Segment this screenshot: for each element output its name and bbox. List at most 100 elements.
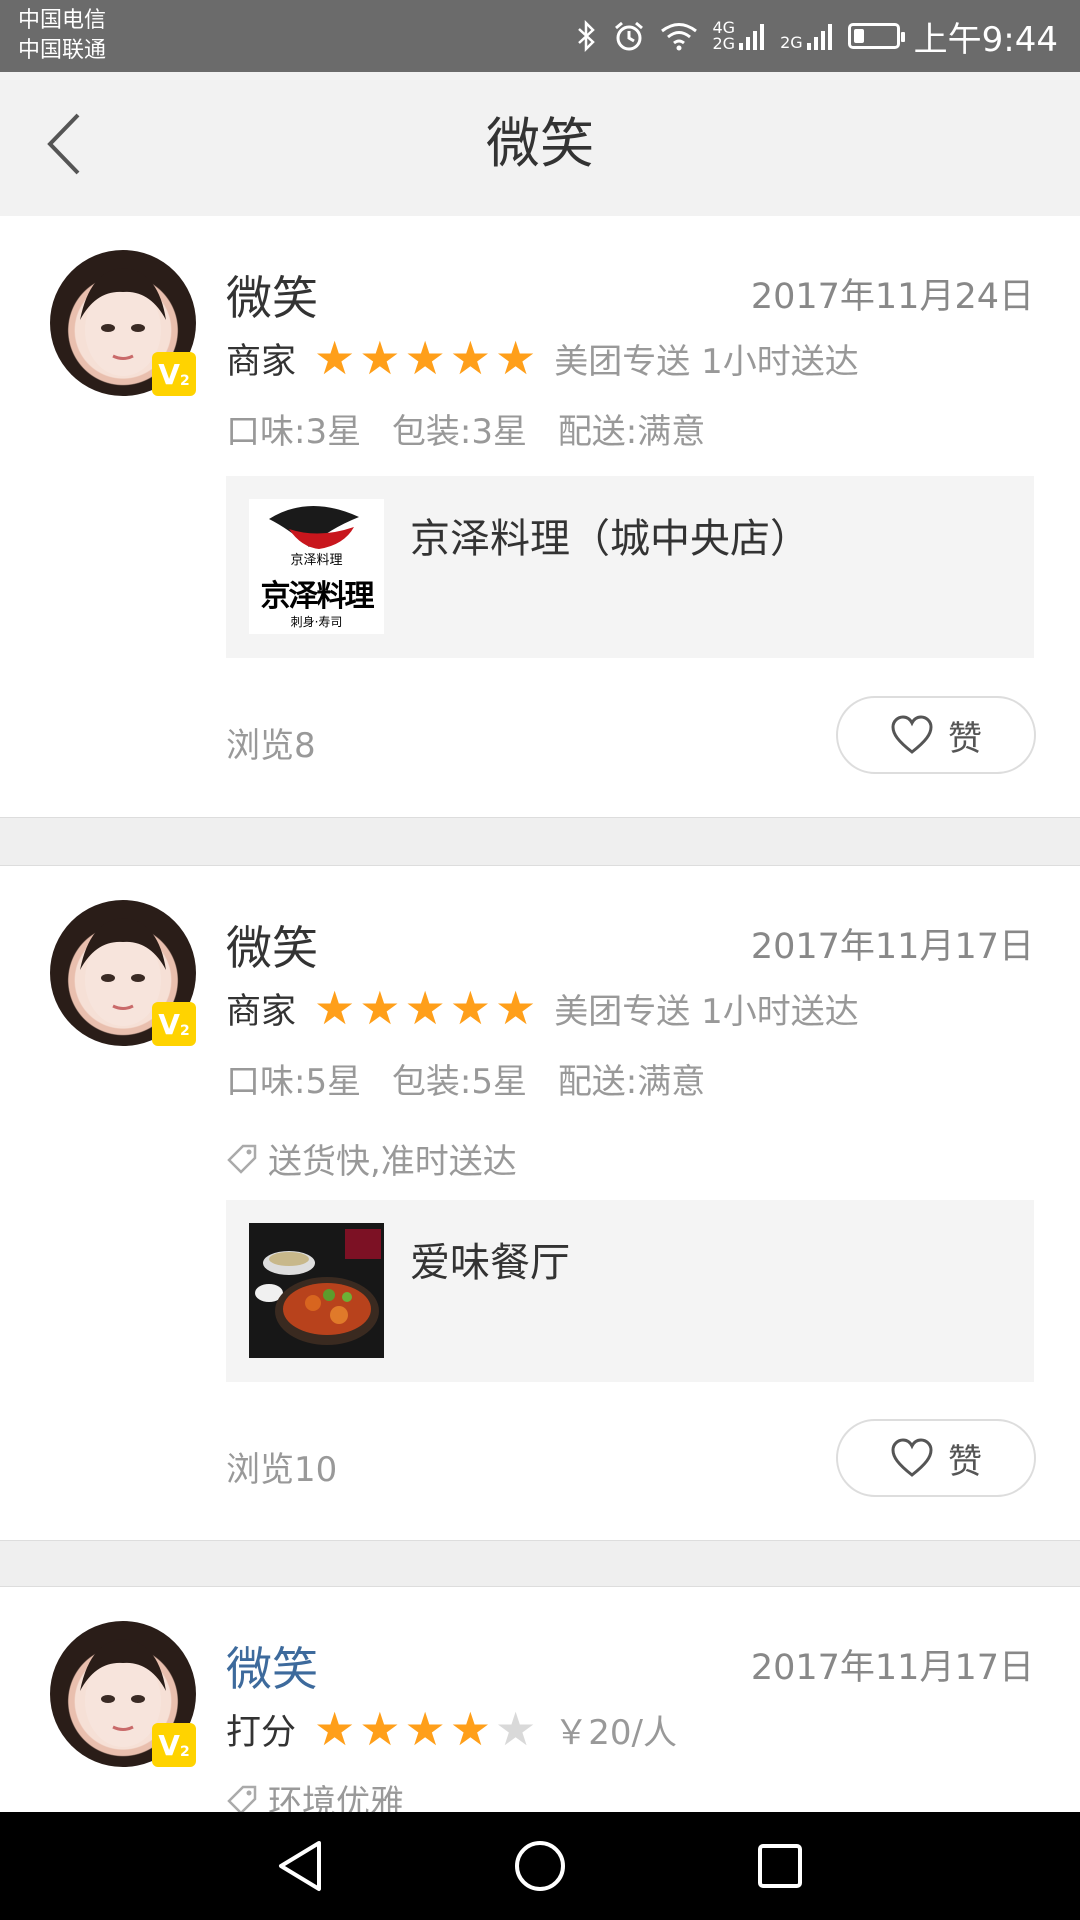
status-bar: 中国电信 中国联通 4G 2G 2G 上午9:44 [0, 0, 1080, 72]
star-filled-icon: ★ [404, 981, 446, 1035]
network-2g-label-b: 2G [780, 33, 803, 52]
star-filled-icon: ★ [314, 981, 356, 1035]
delivery-info: 美团专送 1小时送达 [554, 991, 859, 1032]
wifi-icon [660, 21, 698, 51]
shop-logo-wordmark: 京泽料理 [260, 579, 375, 614]
shop-card[interactable]: 京泽料理 京泽料理 刺身·寿司 京泽料理（城中央店） [226, 476, 1034, 658]
system-nav-bar [0, 1812, 1080, 1920]
packaging-score: 包装:5星 [391, 1062, 527, 1102]
star-rating: ★ ★ ★ ★ ★ [314, 985, 536, 1031]
heart-icon [891, 1438, 933, 1477]
tag-label: 送货快,准时送达 [268, 1142, 517, 1182]
carrier-1: 中国电信 [18, 8, 107, 33]
vip-badge-level: 2 [179, 1023, 190, 1039]
rating-row: 商家 ★ ★ ★ ★ ★ 美团专送 1小时送达 [226, 328, 859, 388]
shop-card[interactable]: 爱味餐厅 [226, 1200, 1034, 1382]
review-tag: 送货快,准时送达 [226, 1134, 517, 1183]
sub-scores: 口味:3星 包装:3星 配送:满意 [226, 404, 725, 453]
star-filled-icon: ★ [359, 331, 401, 385]
tag-icon [227, 1785, 257, 1815]
view-count: 浏览8 [226, 726, 316, 766]
taste-score: 口味:5星 [226, 1062, 362, 1102]
rating-label: 商家 [226, 341, 297, 382]
view-count: 浏览10 [226, 1450, 338, 1490]
signal-1-icon: 4G 2G [712, 20, 766, 52]
square-recents-icon [758, 1844, 802, 1888]
star-filled-icon: ★ [359, 1702, 401, 1756]
star-filled-icon: ★ [314, 1702, 356, 1756]
avatar[interactable]: V2 [50, 900, 196, 1046]
shop-logo: 京泽料理 京泽料理 刺身·寿司 [249, 499, 384, 634]
vip-badge-label: V [158, 1007, 180, 1041]
bluetooth-icon [576, 20, 598, 52]
carrier-names: 中国电信 中国联通 [18, 6, 106, 66]
system-recents-button[interactable] [748, 1834, 812, 1898]
rating-row: 商家 ★ ★ ★ ★ ★ 美团专送 1小时送达 [226, 978, 859, 1038]
network-2g-label: 2G [712, 34, 736, 53]
vip-badge: V2 [152, 352, 196, 396]
signal-2-icon: 2G [780, 21, 834, 51]
top-nav-bar: 微笑 [0, 72, 1080, 216]
star-empty-icon: ★ [495, 1702, 537, 1756]
star-filled-icon: ★ [449, 981, 492, 1035]
avatar[interactable]: V2 [50, 1621, 196, 1767]
review-date: 2017年11月17日 [750, 1648, 1034, 1688]
shop-name: 爱味餐厅 [410, 1240, 570, 1286]
alarm-icon [612, 19, 646, 53]
vip-badge-label: V [158, 1728, 180, 1762]
star-filled-icon: ★ [404, 331, 446, 385]
review-card: V2 微笑 2017年11月24日 商家 ★ ★ ★ ★ ★ 美团专送 1小时送达 口味… [0, 216, 1080, 818]
star-filled-icon: ★ [314, 331, 356, 385]
vip-badge: V2 [152, 1002, 196, 1046]
star-filled-icon: ★ [449, 1702, 492, 1756]
delivery-score: 配送:满意 [557, 412, 706, 452]
user-name[interactable]: 微笑 [226, 1633, 318, 1699]
like-button[interactable]: 赞 [836, 696, 1036, 774]
vip-badge-level: 2 [179, 1744, 190, 1760]
system-home-button[interactable] [508, 1834, 572, 1898]
triangle-back-icon [279, 1841, 321, 1891]
star-filled-icon: ★ [495, 981, 537, 1035]
avatar[interactable]: V2 [50, 250, 196, 396]
star-filled-icon: ★ [404, 1702, 446, 1756]
vip-badge: V2 [152, 1723, 196, 1767]
star-filled-icon: ★ [359, 981, 401, 1035]
shop-name: 京泽料理（城中央店） [410, 516, 810, 562]
delivery-score: 配送:满意 [557, 1062, 706, 1102]
review-card: V2 微笑 2017年11月17日 商家 ★ ★ ★ ★ ★ 美团专送 1小时送达 口味… [0, 865, 1080, 1541]
vip-badge-label: V [158, 357, 180, 391]
user-name[interactable]: 微笑 [226, 912, 318, 978]
like-label: 赞 [948, 718, 982, 759]
carrier-2: 中国联通 [18, 38, 107, 63]
packaging-score: 包装:3星 [391, 412, 527, 452]
delivery-info: 美团专送 1小时送达 [554, 341, 859, 382]
page-title: 微笑 [486, 112, 594, 175]
battery-icon [847, 23, 905, 49]
review-date: 2017年11月17日 [750, 927, 1034, 967]
rating-row: 打分 ★ ★ ★ ★ ★ ￥20/人 [226, 1699, 677, 1759]
star-filled-icon: ★ [449, 331, 492, 385]
vip-badge-level: 2 [179, 373, 190, 389]
star-rating: ★ ★ ★ ★ ★ [314, 335, 536, 381]
shop-photo [249, 1223, 384, 1358]
shop-logo-caption: 京泽料理 [290, 553, 343, 568]
battery-level [853, 29, 864, 43]
rating-label: 商家 [226, 991, 297, 1032]
user-name[interactable]: 微笑 [226, 262, 318, 328]
system-back-button[interactable] [268, 1834, 332, 1898]
shop-logo-tagline: 刺身·寿司 [290, 615, 343, 629]
like-label: 赞 [948, 1441, 982, 1482]
heart-icon [891, 715, 933, 754]
rating-label: 打分 [226, 1712, 297, 1753]
tag-icon [227, 1144, 257, 1174]
review-date: 2017年11月24日 [750, 277, 1034, 317]
status-icons: 4G 2G 2G 上午9:44 [576, 0, 1058, 72]
taste-score: 口味:3星 [226, 412, 362, 452]
sub-scores: 口味:5星 包装:5星 配送:满意 [226, 1054, 725, 1103]
circle-home-icon [515, 1841, 565, 1891]
star-rating: ★ ★ ★ ★ ★ [314, 1706, 536, 1752]
review-card: V2 微笑 2017年11月17日 打分 ★ ★ ★ ★ ★ ￥20/人 环境优雅 [0, 1586, 1080, 1823]
price-per-person: ￥20/人 [554, 1712, 677, 1753]
like-button[interactable]: 赞 [836, 1419, 1036, 1497]
star-filled-icon: ★ [495, 331, 537, 385]
